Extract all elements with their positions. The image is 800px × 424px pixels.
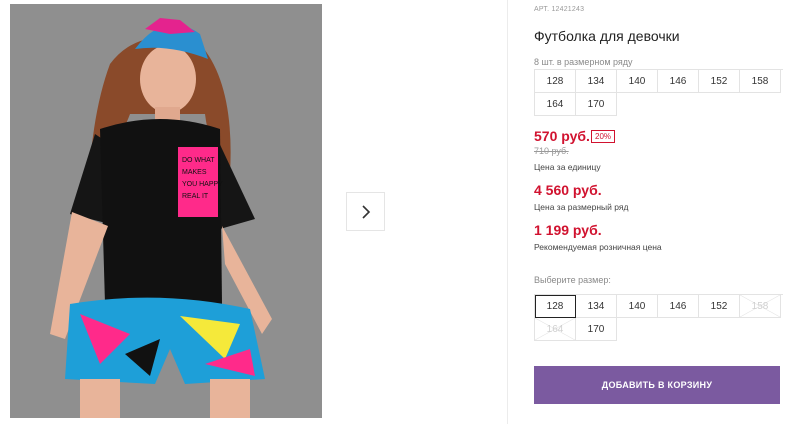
size-option-disabled: 164 (535, 318, 576, 341)
article-number: АРТ. 12421243 (534, 6, 584, 13)
discount-badge: 20% (591, 130, 616, 143)
panel-divider (507, 0, 508, 424)
pack-size-cell: 158 (740, 70, 781, 93)
size-option[interactable]: 134 (576, 295, 617, 318)
size-selector: 128 134 140 146 152 158 164 170 (534, 294, 783, 341)
gallery-next-button[interactable] (346, 192, 385, 231)
chevron-right-icon (361, 204, 370, 219)
size-option-disabled: 158 (740, 295, 781, 318)
pack-size-cell: 134 (576, 70, 617, 93)
pack-size-grid: 128 134 140 146 152 158 164 170 (534, 69, 783, 116)
pack-size-cell: 146 (658, 70, 699, 93)
add-to-cart-button[interactable]: ДОБАВИТЬ В КОРЗИНУ (534, 366, 780, 404)
size-option[interactable]: 152 (699, 295, 740, 318)
retail-price-label: Рекомендуемая розничная цена (534, 242, 662, 252)
size-option[interactable]: 128 (535, 295, 576, 318)
pocket-print-line: YOU HAPPY (182, 181, 223, 188)
set-price-label: Цена за размерный ряд (534, 202, 629, 212)
pack-size-cell: 140 (617, 70, 658, 93)
product-title: Футболка для девочки (534, 28, 680, 44)
pack-size-note: 8 шт. в размерном ряду (534, 57, 633, 67)
product-photo: DO WHAT MAKES YOU HAPPY REAL IT (10, 4, 322, 418)
set-price: 4 560 руб. (534, 182, 602, 198)
choose-size-label: Выберите размер: (534, 275, 611, 285)
unit-price: 570 руб. (534, 128, 590, 144)
pack-size-cell: 152 (699, 70, 740, 93)
size-option[interactable]: 146 (658, 295, 699, 318)
pocket-print-line: MAKES (182, 169, 207, 176)
pack-size-cell: 128 (535, 70, 576, 93)
old-price: 710 руб. (534, 146, 569, 156)
size-option[interactable]: 140 (617, 295, 658, 318)
product-image: DO WHAT MAKES YOU HAPPY REAL IT (10, 4, 322, 418)
article-label: АРТ. (534, 6, 550, 13)
size-option[interactable]: 170 (576, 318, 617, 341)
pocket-print-line: REAL IT (182, 193, 209, 200)
retail-price: 1 199 руб. (534, 222, 602, 238)
pack-size-cell: 170 (576, 93, 617, 116)
pack-size-cell: 164 (535, 93, 576, 116)
article-value: 12421243 (551, 6, 585, 13)
pocket-print-line: DO WHAT (182, 157, 215, 164)
unit-price-label: Цена за единицу (534, 162, 601, 172)
